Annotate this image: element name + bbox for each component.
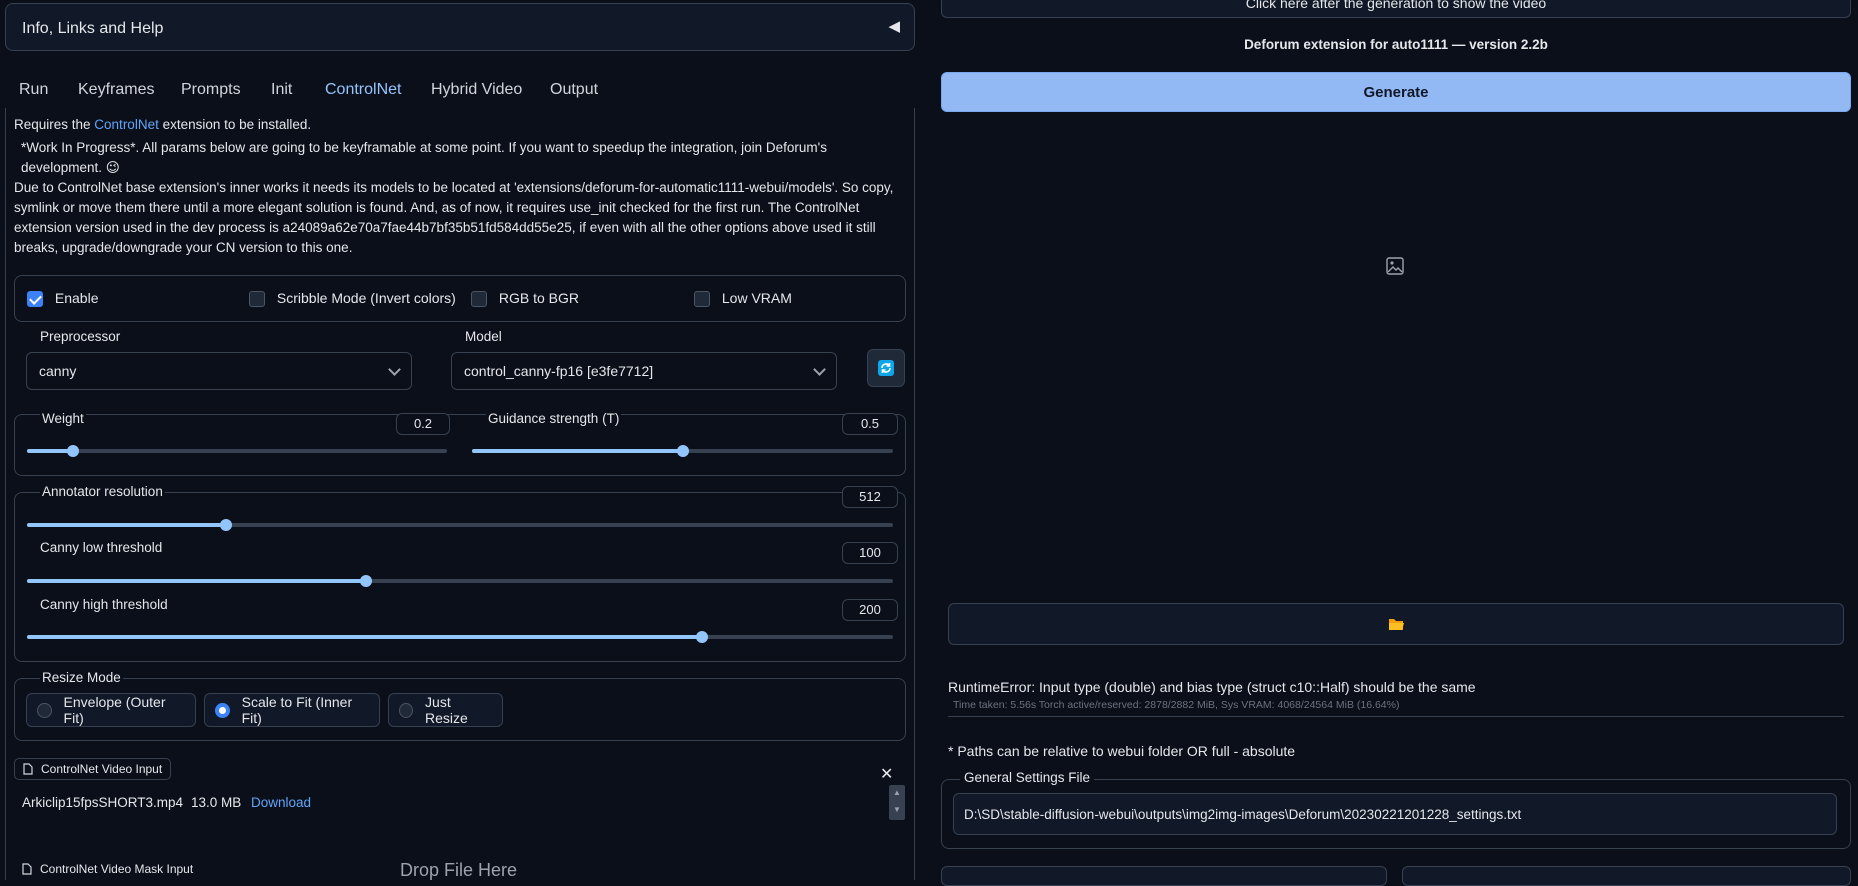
wip-text: *Work In Progress*. All params below are… [21, 140, 828, 175]
radio-icon[interactable] [37, 702, 52, 718]
chevron-down-icon [388, 362, 401, 376]
model-dropdown[interactable]: control_canny-fp16 [e3fe7712] [451, 352, 837, 390]
file-icon [23, 763, 33, 775]
preprocessor-dropdown[interactable]: canny [26, 352, 412, 390]
settings-file-label: General Settings File [960, 770, 1095, 785]
preprocessor-label: Preprocessor [40, 329, 121, 344]
chevron-down-icon [813, 362, 826, 376]
checkbox-icon[interactable] [694, 291, 710, 308]
canny-low-slider-fill [27, 579, 367, 583]
folder-icon [1389, 619, 1404, 630]
tab-controlnet[interactable]: ControlNet [325, 81, 401, 99]
info-accordion[interactable]: Info, Links and Help ◀ [5, 3, 915, 51]
open-folder-button[interactable] [948, 603, 1844, 645]
bottom-left-box [941, 866, 1387, 886]
radio-scale-to-fit[interactable]: Scale to Fit (Inner Fit) [204, 693, 380, 727]
tab-run[interactable]: Run [19, 81, 48, 99]
low-vram-checkbox[interactable]: Low VRAM [694, 290, 792, 308]
video-filename: Arkiclip15fpsSHORT3.mp4 [22, 795, 184, 810]
guidance-slider-fill [472, 449, 683, 453]
bottom-right-box [1402, 866, 1851, 886]
controlnet-link[interactable]: ControlNet [94, 117, 159, 132]
tab-bar: Run Keyframes Prompts Init ControlNet Hy… [0, 75, 916, 107]
file-icon [22, 863, 32, 875]
enable-label: Enable [54, 290, 99, 306]
enable-checkbox[interactable]: Enable [27, 290, 99, 308]
divider [948, 716, 1844, 717]
checkbox-icon[interactable] [27, 291, 43, 308]
annotator-slider-track[interactable] [27, 519, 893, 531]
note-text: Due to ControlNet base extension's inner… [14, 180, 894, 255]
refresh-models-button[interactable] [867, 349, 905, 387]
tab-prompts[interactable]: Prompts [181, 81, 241, 99]
canny-high-number-input[interactable]: 200 [842, 599, 898, 621]
rgb-bgr-checkbox[interactable]: RGB to BGR [471, 290, 580, 308]
show-video-button[interactable]: Click here after the generation to show … [941, 0, 1851, 18]
show-video-label: Click here after the generation to show … [1245, 0, 1547, 11]
video-input-label: ControlNet Video Input [41, 762, 163, 776]
guidance-label: Guidance strength (T) [486, 411, 622, 426]
radio-envelope[interactable]: Envelope (Outer Fit) [26, 693, 196, 727]
weight-number-input[interactable]: 0.2 [396, 413, 450, 435]
image-placeholder-icon [1385, 256, 1405, 279]
canny-high-label: Canny high threshold [40, 597, 168, 612]
tab-keyframes[interactable]: Keyframes [78, 81, 154, 99]
radio-just-resize[interactable]: Just Resize [388, 693, 503, 727]
guidance-slider-thumb[interactable] [676, 445, 689, 457]
mask-input-label-tag: ControlNet Video Mask Input [14, 858, 201, 880]
mask-input-label: ControlNet Video Mask Input [40, 862, 194, 876]
annotator-number-input[interactable]: 512 [842, 486, 898, 508]
accordion-title: Info, Links and Help [22, 20, 164, 37]
tab-init[interactable]: Init [271, 81, 292, 99]
refresh-icon [878, 360, 894, 376]
canny-low-slider-track[interactable] [27, 575, 893, 587]
radio-selected-icon[interactable] [215, 702, 230, 718]
generate-button[interactable]: Generate [941, 72, 1851, 112]
requires-text: Requires the ControlNet extension to be … [14, 115, 909, 135]
radio-icon[interactable] [399, 702, 414, 718]
model-label: Model [465, 329, 502, 344]
checkbox-icon[interactable] [471, 291, 487, 308]
scribble-checkbox[interactable]: Scribble Mode (Invert colors) [249, 290, 456, 308]
radio-envelope-label: Envelope (Outer Fit) [63, 694, 166, 726]
weight-label: Weight [40, 411, 86, 426]
rgb-bgr-label: RGB to BGR [498, 290, 580, 306]
canny-low-number-input[interactable]: 100 [842, 542, 898, 564]
paths-note: * Paths can be relative to webui folder … [948, 743, 1296, 759]
radio-just-resize-label: Just Resize [425, 694, 468, 726]
canny-low-label: Canny low threshold [40, 540, 163, 555]
file-list-scrollbar[interactable]: ▲ ▼ [889, 785, 905, 820]
video-download-link[interactable]: Download [251, 795, 311, 810]
canny-high-slider-track[interactable] [27, 631, 893, 643]
low-vram-label: Low VRAM [721, 290, 792, 306]
version-text: Deforum extension for auto1111 — version… [1244, 37, 1548, 52]
canny-high-slider-fill [27, 635, 703, 639]
weight-slider-track[interactable] [27, 445, 447, 457]
video-filesize: 13.0 MB [191, 795, 242, 810]
requires-prefix: Requires the [14, 117, 95, 132]
settings-file-input[interactable]: D:\SD\stable-diffusion-webui\outputs\img… [953, 793, 1837, 835]
annotator-slider-fill [27, 523, 227, 527]
weight-group [14, 414, 906, 476]
tab-hybrid-video[interactable]: Hybrid Video [431, 81, 522, 99]
drop-file-zone[interactable]: Drop File Here [400, 860, 517, 881]
model-value: control_canny-fp16 [e3fe7712] [464, 363, 654, 379]
checkbox-icon[interactable] [249, 291, 265, 308]
scribble-label: Scribble Mode (Invert colors) [276, 290, 456, 306]
collapse-arrow-icon[interactable]: ◀ [888, 17, 900, 35]
generation-stats: Time taken: 5.56s Torch active/reserved:… [953, 699, 1400, 711]
error-message: RuntimeError: Input type (double) and bi… [948, 679, 1476, 695]
annotator-label: Annotator resolution [40, 484, 165, 499]
close-icon[interactable]: ✕ [880, 764, 893, 784]
radio-scale-to-fit-label: Scale to Fit (Inner Fit) [241, 694, 353, 726]
tab-output[interactable]: Output [550, 81, 598, 99]
requires-suffix: extension to be installed. [158, 117, 312, 132]
guidance-slider-track[interactable] [472, 445, 893, 457]
resize-mode-label: Resize Mode [40, 670, 123, 685]
preprocessor-value: canny [39, 363, 77, 379]
guidance-number-input[interactable]: 0.5 [842, 413, 898, 435]
video-input-label-tag: ControlNet Video Input [14, 758, 172, 780]
